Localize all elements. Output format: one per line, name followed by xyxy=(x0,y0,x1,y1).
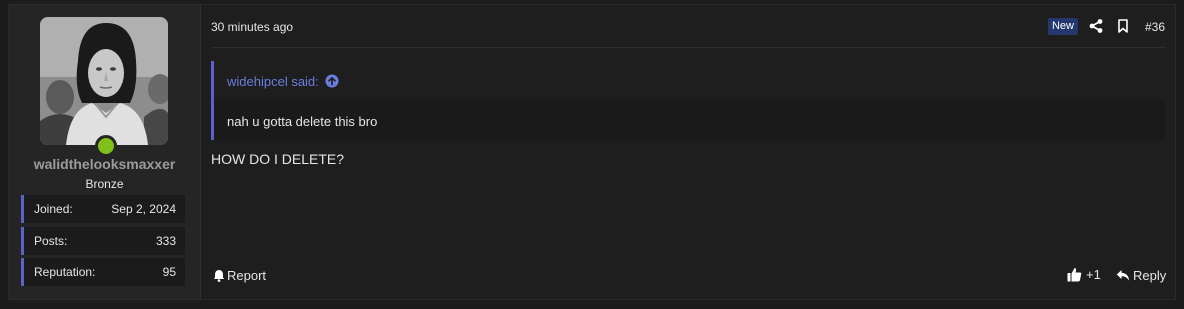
header-divider xyxy=(211,47,1166,48)
reply-label: Reply xyxy=(1133,268,1167,283)
bookmark-icon[interactable] xyxy=(1115,18,1131,34)
like-count: +1 xyxy=(1086,267,1101,282)
stat-label: Joined: xyxy=(34,202,73,216)
username[interactable]: walidthelooksmaxxer xyxy=(9,156,200,172)
bell-icon xyxy=(213,270,225,282)
avatar[interactable] xyxy=(40,17,168,145)
quote-block: widehipcel said: nah u gotta delete this… xyxy=(211,61,1165,140)
arrow-up-circle-icon[interactable] xyxy=(325,74,339,88)
report-button[interactable]: Report xyxy=(213,268,266,283)
online-status-indicator xyxy=(95,135,117,157)
stat-joined: Joined: Sep 2, 2024 xyxy=(21,195,185,223)
user-info-panel: walidthelooksmaxxer Bronze Joined: Sep 2… xyxy=(9,5,201,299)
quote-text: nah u gotta delete this bro xyxy=(227,114,378,129)
reply-icon xyxy=(1116,270,1129,281)
stat-reputation: Reputation: 95 xyxy=(21,258,185,286)
post-container: walidthelooksmaxxer Bronze Joined: Sep 2… xyxy=(8,4,1176,300)
post-message: HOW DO I DELETE? xyxy=(211,151,345,167)
stat-value: Sep 2, 2024 xyxy=(111,202,176,216)
share-icon[interactable] xyxy=(1088,18,1104,34)
stat-label: Reputation: xyxy=(34,265,96,279)
stat-label: Posts: xyxy=(34,234,68,248)
post-timestamp[interactable]: 30 minutes ago xyxy=(211,20,293,34)
new-badge: New xyxy=(1048,18,1078,35)
post-number[interactable]: #36 xyxy=(1145,20,1165,34)
quote-header: widehipcel said: xyxy=(214,61,1165,100)
like-button[interactable]: +1 xyxy=(1067,267,1101,282)
stat-value: 95 xyxy=(162,265,176,279)
stat-value: 333 xyxy=(155,234,176,248)
quote-author[interactable]: widehipcel said: xyxy=(227,74,319,89)
report-label: Report xyxy=(227,268,267,283)
user-title: Bronze xyxy=(85,177,124,191)
stat-posts: Posts: 333 xyxy=(21,227,185,255)
reply-button[interactable]: Reply xyxy=(1116,268,1166,283)
thumbs-up-icon xyxy=(1067,268,1082,282)
